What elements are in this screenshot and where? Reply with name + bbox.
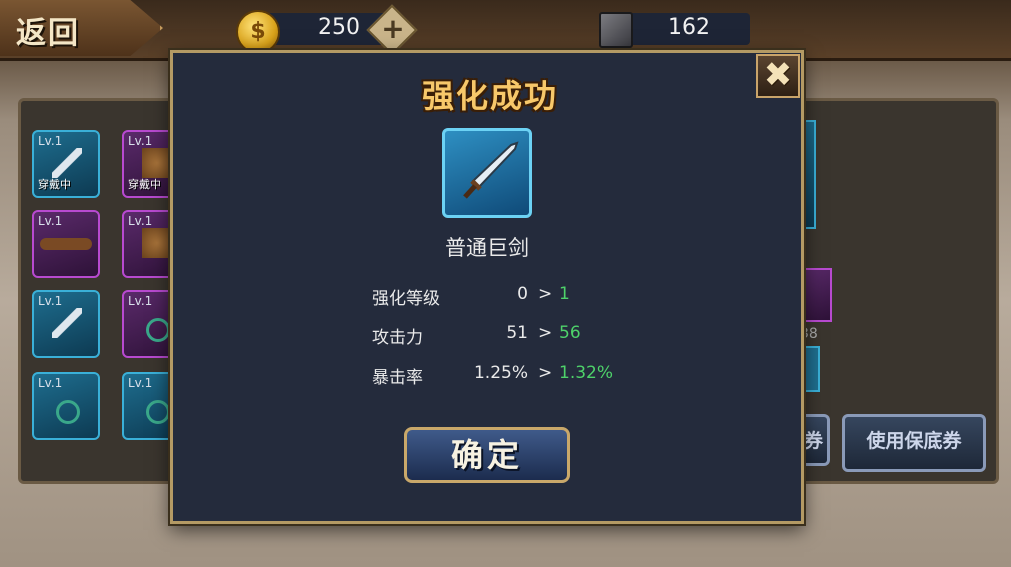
use-guarantee-ticket-button[interactable]: 使用保底券 bbox=[842, 414, 986, 472]
amulet-icon bbox=[146, 400, 170, 424]
slot-level: Lv.1 bbox=[128, 294, 153, 308]
sword-icon bbox=[52, 148, 82, 178]
back-button-label[interactable]: 返回 bbox=[16, 8, 80, 52]
sword-icon bbox=[52, 308, 82, 338]
confirm-button[interactable]: 确定 bbox=[404, 427, 570, 483]
slot-level: Lv.1 bbox=[128, 214, 153, 228]
inventory-slot[interactable]: Lv.1 bbox=[32, 372, 100, 440]
coin-amount: 250 bbox=[318, 15, 360, 40]
inventory-slot[interactable]: Lv.1 bbox=[32, 210, 100, 278]
plus-icon[interactable]: + bbox=[379, 12, 407, 46]
stat-new-value: 1.32% bbox=[559, 363, 614, 383]
item-name: 普通巨剑 bbox=[445, 236, 529, 260]
amulet-icon bbox=[56, 400, 80, 424]
amulet-icon bbox=[146, 318, 170, 342]
slot-level: Lv.1 bbox=[128, 376, 153, 390]
slot-level: Lv.1 bbox=[38, 376, 63, 390]
stat-label: 攻击力 bbox=[372, 328, 423, 348]
stat-arrow: > bbox=[538, 284, 553, 304]
stat-row: 暴击率 1.25% >1.32% bbox=[372, 363, 632, 389]
close-icon[interactable]: ✖ bbox=[756, 54, 800, 98]
stat-arrow: > bbox=[538, 363, 553, 383]
slot-level: Lv.1 bbox=[128, 134, 153, 148]
gold-coin-icon: $ bbox=[236, 10, 280, 54]
slot-level: Lv.1 bbox=[38, 134, 63, 148]
stat-old-value: 0 bbox=[517, 284, 528, 304]
stat-old-value: 51 bbox=[506, 323, 528, 343]
slot-level: Lv.1 bbox=[38, 294, 63, 308]
stat-row: 攻击力 51 >56 bbox=[372, 323, 632, 349]
equipped-tag: 穿戴中 bbox=[128, 178, 161, 191]
gem-amount: 162 bbox=[668, 15, 710, 40]
stat-label: 强化等级 bbox=[372, 289, 440, 309]
inventory-slot[interactable]: Lv.1 bbox=[32, 290, 100, 358]
armor-icon bbox=[142, 228, 172, 258]
stat-new-value: 1 bbox=[559, 284, 570, 304]
greatsword-icon bbox=[463, 141, 519, 199]
gem-cube-icon bbox=[599, 12, 633, 48]
dialog-title: 强化成功 bbox=[421, 77, 558, 115]
item-icon-frame bbox=[442, 128, 532, 218]
belt-icon bbox=[40, 238, 92, 250]
stat-new-value: 56 bbox=[559, 323, 581, 343]
slot-level: Lv.1 bbox=[38, 214, 63, 228]
stat-row: 强化等级 0 >1 bbox=[372, 284, 632, 310]
armor-icon bbox=[142, 148, 172, 178]
stat-label: 暴击率 bbox=[372, 368, 423, 388]
equipped-tag: 穿戴中 bbox=[38, 178, 71, 191]
stat-arrow: > bbox=[538, 323, 553, 343]
inventory-slot[interactable]: Lv.1 穿戴中 bbox=[32, 130, 100, 198]
stat-old-value: 1.25% bbox=[473, 363, 528, 383]
